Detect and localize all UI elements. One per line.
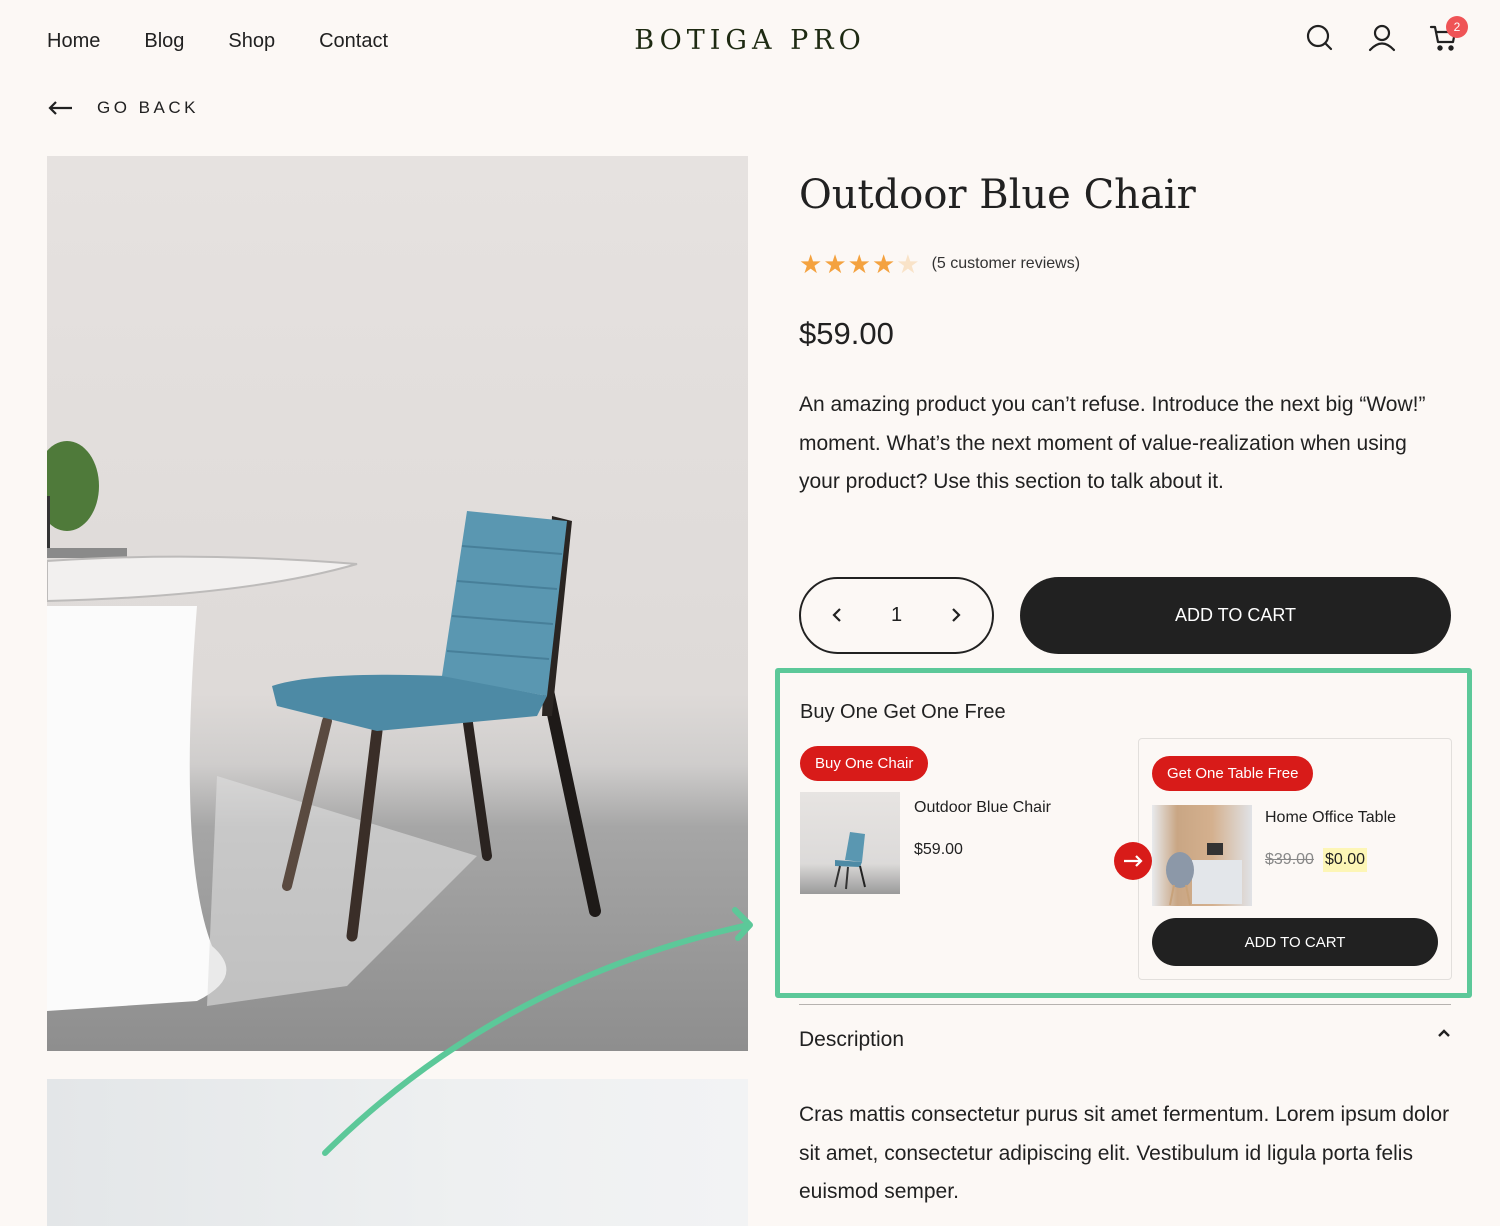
get-free-badge: Get One Table Free bbox=[1152, 756, 1314, 791]
cart-button[interactable]: 2 bbox=[1428, 16, 1468, 54]
go-back-link[interactable]: GO BACK bbox=[47, 98, 199, 118]
quantity-increase-button[interactable] bbox=[950, 603, 962, 629]
buy-product-price: $59.00 bbox=[914, 841, 963, 858]
bogo-title: Buy One Get One Free bbox=[800, 701, 1006, 723]
cart-count-badge: 2 bbox=[1446, 16, 1468, 38]
site-logo[interactable]: BOTIGA PRO bbox=[0, 25, 1500, 56]
star-filled-icon: ★ bbox=[823, 249, 847, 279]
reviews-link[interactable]: (5 customer reviews) bbox=[932, 255, 1080, 273]
free-product-name[interactable]: Home Office Table bbox=[1265, 809, 1396, 827]
product-price: $59.00 bbox=[799, 316, 894, 351]
star-filled-icon: ★ bbox=[871, 249, 896, 279]
star-rating[interactable]: ★ ★ ★ ★ ★ bbox=[799, 251, 920, 277]
chair-back bbox=[442, 511, 567, 696]
star-filled-icon: ★ bbox=[799, 249, 823, 279]
free-product-card: Get One Table Free Home Office Table $39… bbox=[1138, 738, 1452, 980]
chevron-right-icon bbox=[952, 607, 961, 622]
star-empty-icon: ★ bbox=[896, 249, 920, 279]
bogo-add-to-cart-button[interactable]: ADD TO CART bbox=[1152, 918, 1438, 966]
chair-photo bbox=[47, 441, 601, 1011]
section-divider bbox=[799, 1004, 1451, 1005]
user-icon bbox=[1368, 24, 1396, 52]
arrow-right-icon bbox=[1124, 855, 1143, 867]
buy-product-thumbnail[interactable] bbox=[800, 792, 900, 894]
search-button[interactable] bbox=[1304, 22, 1336, 54]
search-icon bbox=[1306, 24, 1333, 51]
table-thumbnail-icon bbox=[1166, 843, 1242, 906]
buy-badge: Buy One Chair bbox=[800, 746, 929, 781]
product-short-description: An amazing product you can’t refuse. Int… bbox=[799, 393, 1426, 493]
add-to-cart-button[interactable]: ADD TO CART bbox=[1020, 577, 1451, 654]
header-actions: 2 bbox=[1304, 16, 1468, 54]
site-header: Home Blog Shop Contact BOTIGA PRO 2 bbox=[0, 0, 1500, 90]
quantity-decrease-button[interactable] bbox=[831, 603, 843, 629]
product-rating: ★ ★ ★ ★ ★ (5 customer reviews) bbox=[799, 251, 1080, 277]
bogo-arrow bbox=[1114, 842, 1152, 880]
table-pedestal bbox=[47, 606, 227, 1011]
buy-product-name[interactable]: Outdoor Blue Chair bbox=[914, 799, 1051, 817]
table-top bbox=[47, 555, 358, 603]
description-accordion-toggle[interactable]: Description bbox=[799, 1028, 1451, 1052]
quantity-input[interactable] bbox=[876, 604, 917, 627]
star-filled-icon: ★ bbox=[847, 249, 871, 279]
arrow-left-icon bbox=[48, 101, 72, 115]
bogo-offer: Buy One Get One Free Buy One Chair Outdo… bbox=[775, 668, 1472, 998]
chair-thumbnail-icon bbox=[834, 832, 866, 890]
product-image-secondary[interactable] bbox=[47, 1079, 748, 1226]
chevron-up-icon bbox=[1438, 1029, 1450, 1037]
plant-shape bbox=[47, 441, 99, 531]
description-body: Cras mattis consectetur purus sit amet f… bbox=[799, 1103, 1450, 1203]
free-product-old-price: $39.00 bbox=[1265, 851, 1314, 868]
account-button[interactable] bbox=[1366, 22, 1398, 54]
free-product-new-price: $0.00 bbox=[1323, 848, 1368, 872]
go-back-label: GO BACK bbox=[97, 98, 199, 117]
quantity-stepper bbox=[799, 577, 994, 654]
chevron-left-icon bbox=[832, 607, 841, 622]
product-image-main[interactable] bbox=[47, 156, 748, 1051]
description-title: Description bbox=[799, 1028, 905, 1051]
product-title: Outdoor Blue Chair bbox=[799, 172, 1196, 218]
free-product-thumbnail[interactable] bbox=[1152, 805, 1252, 906]
